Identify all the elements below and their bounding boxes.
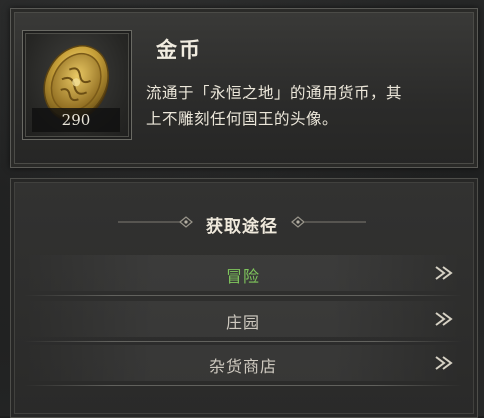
item-description-line2: 上不雕刻任何国王的头像。 [146,110,339,128]
acquisition-option-label: 庄园 [225,313,260,332]
row-divider [24,341,462,342]
acquisition-option-adventure[interactable]: 冒险 [24,255,462,291]
item-description: 流通于「永恒之地」的通用货币，其 上不雕刻任何国王的头像。 [146,80,466,132]
row-divider [24,295,462,296]
right-ornament-icon [291,216,366,228]
row-divider [24,385,462,386]
item-quantity: 290 [32,108,120,132]
item-name: 金币 [156,37,202,62]
acquisition-option-label: 冒险 [225,267,260,286]
chevron-right-icon [435,266,453,280]
acquisition-header: 获取途径 [0,204,484,238]
acquisition-option-manor[interactable]: 庄园 [24,301,462,337]
acquisition-option-grocery-store[interactable]: 杂货商店 [24,345,462,381]
acquisition-title: 获取途径 [206,217,278,237]
chevron-right-icon [435,312,453,326]
item-description-line1: 流通于「永恒之地」的通用货币，其 [146,84,403,102]
acquisition-option-label: 杂货商店 [208,357,277,376]
chevron-right-icon [435,356,453,370]
